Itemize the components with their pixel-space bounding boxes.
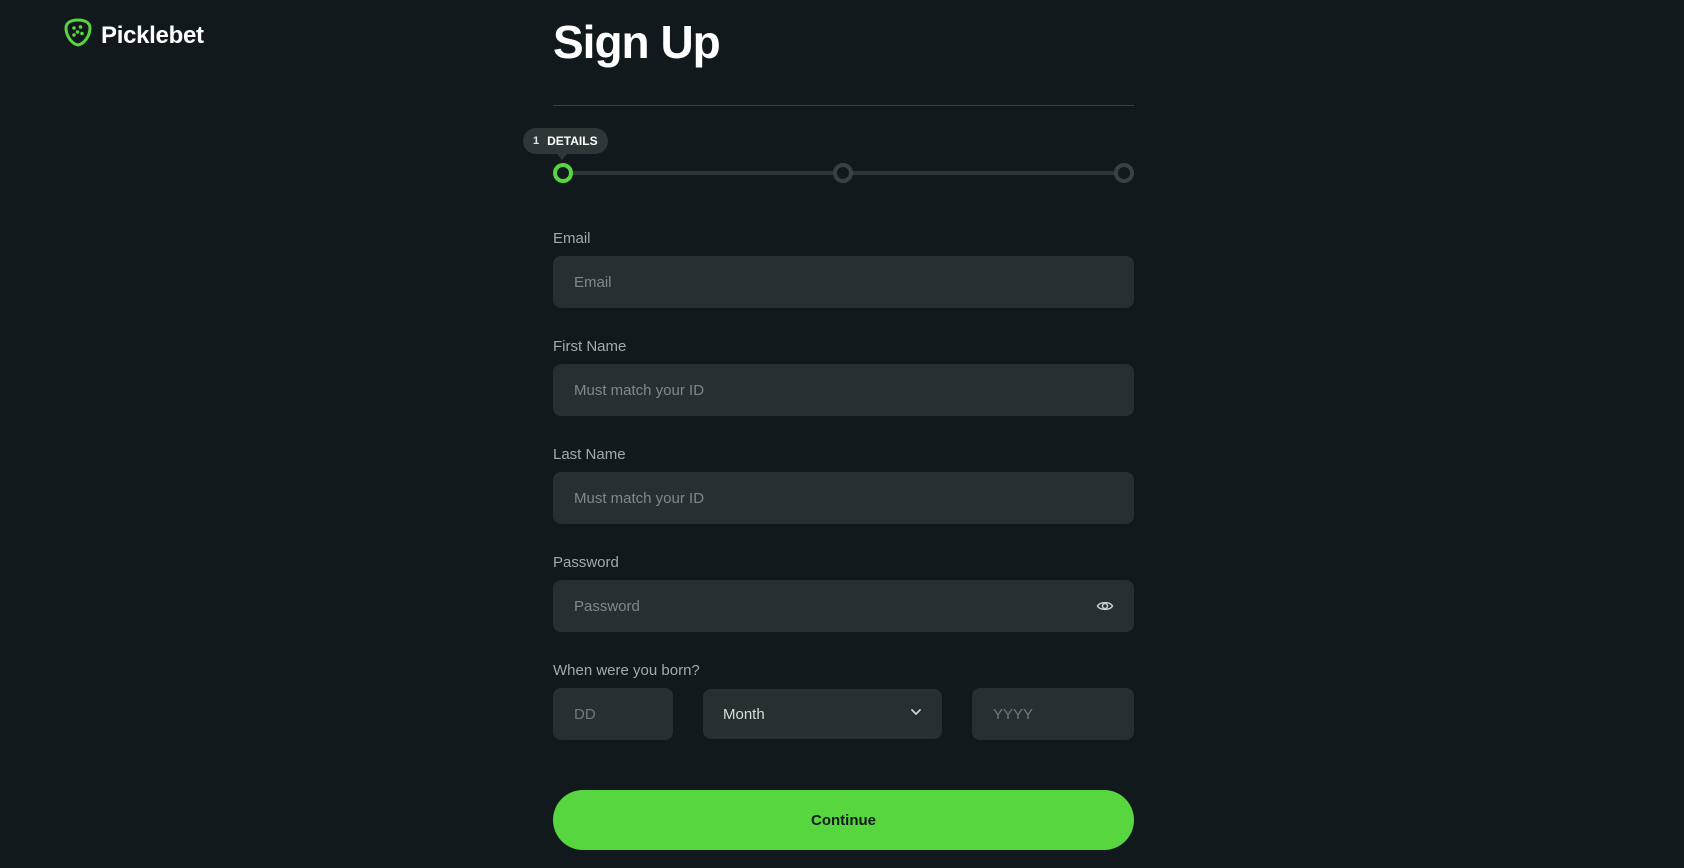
- eye-icon[interactable]: [1096, 597, 1114, 615]
- dob-month-select[interactable]: Month: [703, 689, 942, 739]
- step-2-indicator: [833, 163, 853, 183]
- step-1-indicator: [553, 163, 573, 183]
- current-step-tooltip: 1 DETAILS: [523, 128, 608, 160]
- dob-day-input[interactable]: [553, 688, 673, 740]
- email-input[interactable]: [553, 256, 1134, 308]
- password-input[interactable]: [553, 580, 1134, 632]
- step-connector-2: [851, 171, 1117, 175]
- chevron-down-icon: [909, 705, 923, 724]
- step-3-indicator: [1114, 163, 1134, 183]
- signup-stepper: 1 DETAILS: [523, 126, 1134, 186]
- password-label: Password: [553, 554, 619, 571]
- pickle-shield-icon: [62, 17, 94, 54]
- last-name-field-container: [553, 472, 1134, 524]
- title-divider: [553, 105, 1134, 106]
- email-label: Email: [553, 230, 591, 247]
- first-name-field-container: [553, 364, 1134, 416]
- continue-button[interactable]: Continue: [553, 790, 1134, 850]
- brand-name: Picklebet: [101, 21, 204, 49]
- email-field-container: [553, 256, 1134, 308]
- step-tooltip-number: 1: [533, 135, 540, 147]
- dob-year-input[interactable]: [972, 688, 1134, 740]
- first-name-label: First Name: [553, 338, 627, 355]
- dob-label: When were you born?: [553, 662, 700, 679]
- step-tooltip-label: DETAILS: [547, 134, 598, 148]
- last-name-input[interactable]: [553, 472, 1134, 524]
- last-name-label: Last Name: [553, 446, 626, 463]
- dob-month-value: Month: [723, 705, 765, 723]
- password-field-container: [553, 580, 1134, 632]
- dob-year-container: [972, 688, 1134, 740]
- page-title: Sign Up: [553, 16, 721, 68]
- step-connector-1: [571, 171, 835, 175]
- first-name-input[interactable]: [553, 364, 1134, 416]
- dob-day-container: [553, 688, 673, 740]
- brand-logo[interactable]: Picklebet: [62, 17, 204, 54]
